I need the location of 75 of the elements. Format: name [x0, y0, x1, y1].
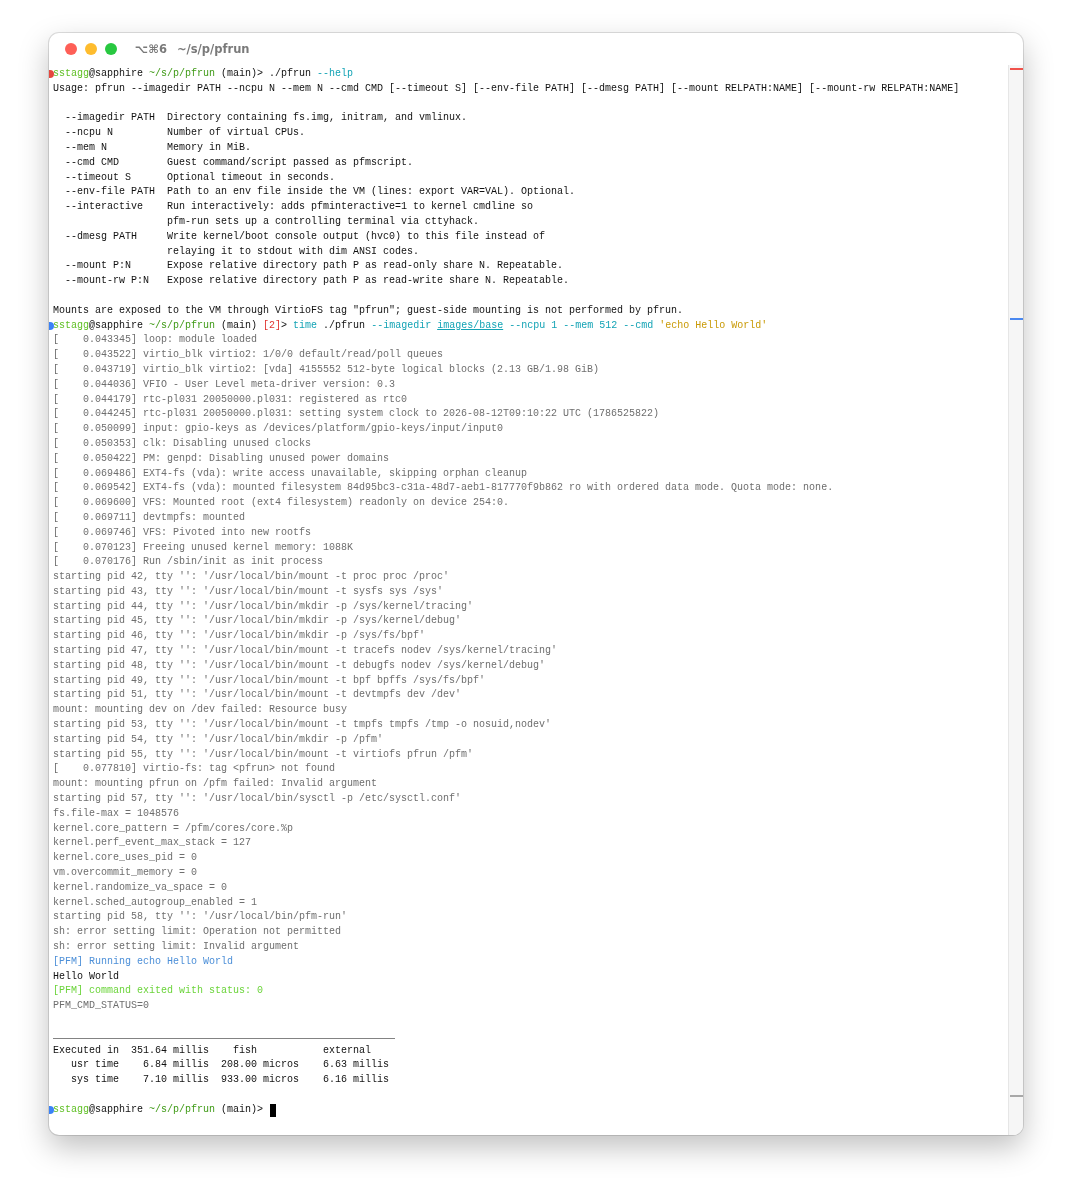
- output-line: Mounts are exposed to the VM through VirtioFS tag "pfrun"; guest-side mounting is not performed by pfrun.: [53, 303, 684, 318]
- output-line: Hello World: [53, 969, 119, 984]
- output-line: [PFM] Running echo Hello World: [53, 954, 234, 969]
- output-line: [ 0.069711] devtmpfs: mounted: [53, 510, 246, 525]
- output-line: [ 0.044245] rtc-pl031 20050000.pl031: setting system clock to 2026-08-12T09:10:22 UTC (1786525822): [53, 407, 660, 422]
- close-button[interactable]: [65, 43, 77, 55]
- output-line: [ 0.050353] clk: Disabling unused clocks: [53, 436, 312, 451]
- output-line: [ 0.069486] EXT4-fs (vda): write access unavailable, skipping orphan cleanup: [53, 466, 528, 481]
- output-line: pfm-run sets up a controlling terminal via cttyhack.: [166, 214, 480, 229]
- zoom-button[interactable]: [105, 43, 117, 55]
- output-line: [PFM] command exited with status: 0: [53, 984, 264, 999]
- output-line: starting pid 54, tty '': '/usr/local/bin/mkdir -p /pfm': [53, 732, 384, 747]
- output-line: --mount P:N Expose relative directory path P as read-only share N. Repeatable.: [64, 259, 564, 274]
- output-line: starting pid 55, tty '': '/usr/local/bin/mount -t virtiofs pfrun /pfm': [53, 747, 474, 762]
- output-line: [ 0.069746] VFS: Pivoted into new rootfs: [53, 525, 312, 540]
- output-line: starting pid 42, tty '': '/usr/local/bin/mount -t proc proc /proc': [53, 570, 450, 585]
- output-line: relaying it to stdout with dim ANSI codes.: [166, 244, 420, 259]
- prompt-line: sstagg@sapphire ~/s/p/pfrun (main)>: [53, 1102, 265, 1117]
- output-line: fs.file-max = 1048576: [53, 806, 180, 821]
- output-line: sh: error setting limit: Invalid argument: [53, 940, 300, 954]
- output-line: [ 0.077810] virtio-fs: tag <pfrun> not found: [53, 762, 336, 777]
- scroll-mark-icon: [1010, 68, 1023, 70]
- output-line: usr time 6.84 millis 208.00 micros 6.63 millis: [70, 1058, 390, 1073]
- output-line: --imagedir PATH Directory containing fs.img, initram, and vmlinux.: [64, 111, 468, 126]
- output-line: Usage: pfrun --imagedir PATH --ncpu N --mem N --cmd CMD [--timeout S] [--env-file PATH] [--dmesg PATH] [--mount RELPATH:NAME] [--mount-rw RELPATH:NAME]: [53, 81, 960, 96]
- output-line: [ 0.043719] virtio_blk virtio2: [vda] 4155552 512-byte logical blocks (2.13 GB/1.98 GiB): [53, 362, 600, 377]
- output-line: [ 0.070123] Freeing unused kernel memory: 1088K: [53, 540, 354, 555]
- output-line: --mem N Memory in MiB.: [64, 141, 252, 155]
- output-line: [ 0.069542] EXT4-fs (vda): mounted filesystem 84d95bc3-c31a-48d7-aeb1-817770f9b862 ro with ordered data mode. Quota mode: none.: [53, 481, 834, 496]
- output-line: [ 0.050099] input: gpio-keys as /devices/platform/gpio-keys/input/input0: [53, 422, 504, 437]
- output-line: [ 0.050422] PM: genpd: Disabling unused power domains: [53, 451, 390, 466]
- output-line: mount: mounting pfrun on /pfm failed: Invalid argument: [53, 777, 378, 792]
- output-line: --env-file PATH Path to an env file inside the VM (lines: export VAR=VAL). Optional.: [64, 185, 576, 200]
- output-line: starting pid 43, tty '': '/usr/local/bin/mount -t sysfs sys /sys': [53, 584, 444, 599]
- output-line: starting pid 49, tty '': '/usr/local/bin/mount -t bpf bpffs /sys/fs/bpf': [53, 673, 486, 688]
- output-line: starting pid 48, tty '': '/usr/local/bin/mount -t debugfs nodev /sys/kernel/debug': [53, 658, 546, 673]
- output-line: [ 0.043522] virtio_blk virtio2: 1/0/0 default/read/poll queues: [53, 348, 444, 363]
- output-line: PFM_CMD_STATUS=0: [53, 999, 149, 1014]
- output-line: --ncpu N Number of virtual CPUs.: [64, 126, 306, 141]
- output-line: sh: error setting limit: Operation not permitted: [53, 925, 342, 940]
- output-line: _________________________________________________________: [53, 1028, 396, 1043]
- tab-shortcut: ⌥⌘6: [135, 42, 167, 56]
- output-line: [ 0.044036] VFIO - User Level meta-driver version: 0.3: [53, 377, 396, 392]
- output-line: Executed in 351.64 millis fish external: [53, 1043, 372, 1058]
- output-line: kernel.perf_event_max_stack = 127: [53, 836, 252, 851]
- output-line: kernel.sched_autogroup_enabled = 1: [53, 895, 258, 910]
- output-line: starting pid 44, tty '': '/usr/local/bin/mkdir -p /sys/kernel/tracing': [53, 599, 474, 614]
- output-line: kernel.randomize_va_space = 0: [53, 880, 228, 895]
- prompt-line: sstagg@sapphire ~/s/p/pfrun (main) [2]> time ./pfrun --imagedir images/base --ncpu 1 --mem 512 --cmd 'echo Hello World': [53, 318, 768, 333]
- output-line: --timeout S Optional timeout in seconds.: [64, 170, 336, 185]
- output-line: starting pid 46, tty '': '/usr/local/bin/mkdir -p /sys/fs/bpf': [53, 629, 426, 644]
- scroll-mark-icon: [1010, 1095, 1023, 1097]
- output-line: starting pid 45, tty '': '/usr/local/bin/mkdir -p /sys/kernel/debug': [53, 614, 462, 629]
- output-line: [ 0.044179] rtc-pl031 20050000.pl031: registered as rtc0: [53, 392, 408, 407]
- output-line: [ 0.043345] loop: module loaded: [53, 333, 258, 348]
- output-line: [ 0.069600] VFS: Mounted root (ext4 filesystem) readonly on device 254:0.: [53, 496, 510, 511]
- output-line: [ 0.070176] Run /sbin/init as init process: [53, 555, 324, 570]
- window-title: ~/s/p/pfrun: [176, 42, 250, 56]
- output-line: starting pid 53, tty '': '/usr/local/bin/mount -t tmpfs tmpfs /tmp -o nosuid,nodev': [53, 718, 552, 733]
- scroll-mark-icon: [1010, 318, 1023, 320]
- output-line: --cmd CMD Guest command/script passed as pfmscript.: [64, 155, 414, 170]
- output-line: --interactive Run interactively: adds pfminteractive=1 to kernel cmdline so: [64, 200, 534, 215]
- output-line: starting pid 51, tty '': '/usr/local/bin/mount -t devtmpfs dev /dev': [53, 688, 462, 703]
- output-line: --mount-rw P:N Expose relative directory path P as read-write share N. Repeatable.: [64, 274, 570, 289]
- output-line: starting pid 57, tty '': '/usr/local/bin/sysctl -p /etc/sysctl.conf': [53, 792, 462, 807]
- output-line: starting pid 47, tty '': '/usr/local/bin/mount -t tracefs nodev /sys/kernel/tracing': [53, 644, 558, 659]
- output-line: --dmesg PATH Write kernel/boot console output (hvc0) to this file instead of: [64, 229, 546, 244]
- output-line: vm.overcommit_memory = 0: [53, 866, 198, 881]
- minimize-button[interactable]: [85, 43, 97, 55]
- output-line: sys time 7.10 millis 933.00 micros 6.16 millis: [70, 1073, 390, 1088]
- output-line: starting pid 58, tty '': '/usr/local/bin/pfm-run': [53, 910, 348, 925]
- output-line: kernel.core_uses_pid = 0: [53, 851, 198, 866]
- prompt-line: sstagg@sapphire ~/s/p/pfrun (main)> ./pfrun --help: [53, 67, 354, 81]
- output-line: mount: mounting dev on /dev failed: Resource busy: [53, 703, 348, 718]
- output-line: kernel.core_pattern = /pfm/cores/core.%p: [53, 821, 294, 836]
